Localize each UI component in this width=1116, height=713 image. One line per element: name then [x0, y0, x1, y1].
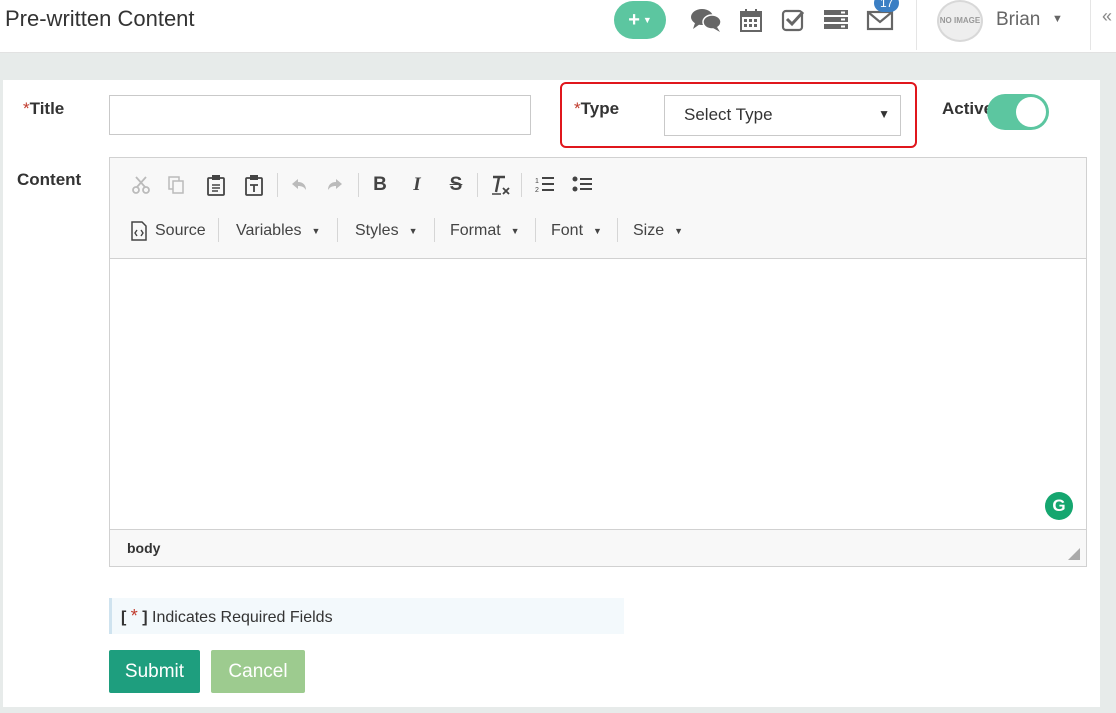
rich-text-editor: B I S 12 Source Variables ▼ Styles ▼ For… [109, 157, 1087, 567]
required-star: * [23, 99, 30, 118]
paste-icon[interactable] [203, 172, 229, 198]
styles-dropdown[interactable]: Styles ▼ [355, 218, 418, 244]
bulleted-list-icon[interactable] [570, 172, 596, 198]
chevron-down-icon: ▼ [593, 226, 602, 236]
toolbar-separator [218, 218, 219, 242]
source-icon [131, 221, 147, 241]
type-select[interactable]: Select Type ▼ [664, 95, 901, 136]
svg-text:1: 1 [535, 178, 539, 185]
toolbar-separator [337, 218, 338, 242]
chevron-down-icon: ▼ [311, 226, 321, 236]
grammarly-icon[interactable]: G [1045, 492, 1073, 520]
bold-icon[interactable]: B [367, 172, 393, 198]
source-button[interactable]: Source [130, 218, 206, 244]
avatar[interactable]: NO IMAGE [937, 0, 983, 42]
calendar-icon[interactable] [735, 6, 767, 34]
chevron-down-icon: ▼ [510, 226, 520, 236]
active-toggle[interactable] [987, 94, 1049, 130]
top-header: Pre-written Content + ▼ 17 NO IMAGE Bria… [0, 0, 1116, 53]
toolbar-separator [617, 218, 618, 242]
editor-content-area[interactable]: G [110, 259, 1086, 529]
form-panel: *Title *Type Select Type ▼ Active Conten… [3, 80, 1100, 707]
active-label: Active [942, 99, 994, 118]
undo-icon[interactable] [286, 172, 312, 198]
strikethrough-icon[interactable]: S [443, 172, 469, 198]
numbered-list-icon[interactable]: 12 [532, 172, 558, 198]
toolbar-separator [535, 218, 536, 242]
font-dropdown[interactable]: Font ▼ [551, 218, 602, 244]
server-list-icon[interactable] [820, 6, 852, 34]
title-label: *Title [23, 99, 65, 118]
header-divider-right [1090, 0, 1091, 50]
chevron-down-icon: ▼ [642, 15, 652, 25]
content-label: Content [17, 170, 82, 189]
redo-icon[interactable] [322, 172, 348, 198]
toolbar-separator [277, 173, 278, 197]
resize-handle[interactable] [1068, 548, 1080, 560]
toolbar-separator [477, 173, 478, 197]
dropdown-arrow-icon: ▼ [878, 107, 890, 121]
collapse-sidebar-button[interactable]: « [1102, 6, 1112, 27]
user-name[interactable]: Brian [996, 9, 1040, 31]
chevron-down-icon: ▼ [408, 226, 418, 236]
page-title: Pre-written Content [5, 6, 195, 31]
user-menu-chevron-icon[interactable]: ▼ [1052, 13, 1063, 25]
toggle-knob [1016, 97, 1046, 127]
svg-text:2: 2 [535, 187, 539, 194]
type-select-value: Select Type [684, 105, 773, 124]
variables-dropdown[interactable]: Variables ▼ [236, 218, 320, 244]
toolbar-separator [521, 173, 522, 197]
submit-button[interactable]: Submit [109, 650, 200, 693]
chevron-down-icon: ▼ [674, 226, 684, 236]
italic-icon[interactable]: I [404, 172, 430, 198]
add-new-button[interactable]: + ▼ [614, 1, 666, 39]
tasks-checkbox-icon[interactable] [777, 6, 809, 34]
editor-status-bar: body [110, 529, 1086, 566]
chat-icon[interactable] [690, 6, 722, 34]
header-divider [916, 0, 917, 50]
format-dropdown[interactable]: Format ▼ [450, 218, 520, 244]
required-fields-note: [ * ] Indicates Required Fields [109, 598, 624, 634]
required-star: * [574, 99, 581, 118]
type-label: *Type [574, 99, 620, 118]
toolbar-separator [358, 173, 359, 197]
cut-icon[interactable] [128, 172, 154, 198]
size-dropdown[interactable]: Size ▼ [633, 218, 683, 244]
remove-format-icon[interactable] [487, 172, 513, 198]
paste-text-icon[interactable] [241, 172, 267, 198]
cancel-button[interactable]: Cancel [211, 650, 305, 693]
element-path[interactable]: body [127, 540, 160, 556]
plus-icon: + [628, 8, 640, 31]
toolbar-separator [434, 218, 435, 242]
editor-toolbar: B I S 12 Source Variables ▼ Styles ▼ For… [110, 158, 1086, 259]
title-input[interactable] [109, 95, 531, 135]
copy-icon[interactable] [163, 172, 189, 198]
